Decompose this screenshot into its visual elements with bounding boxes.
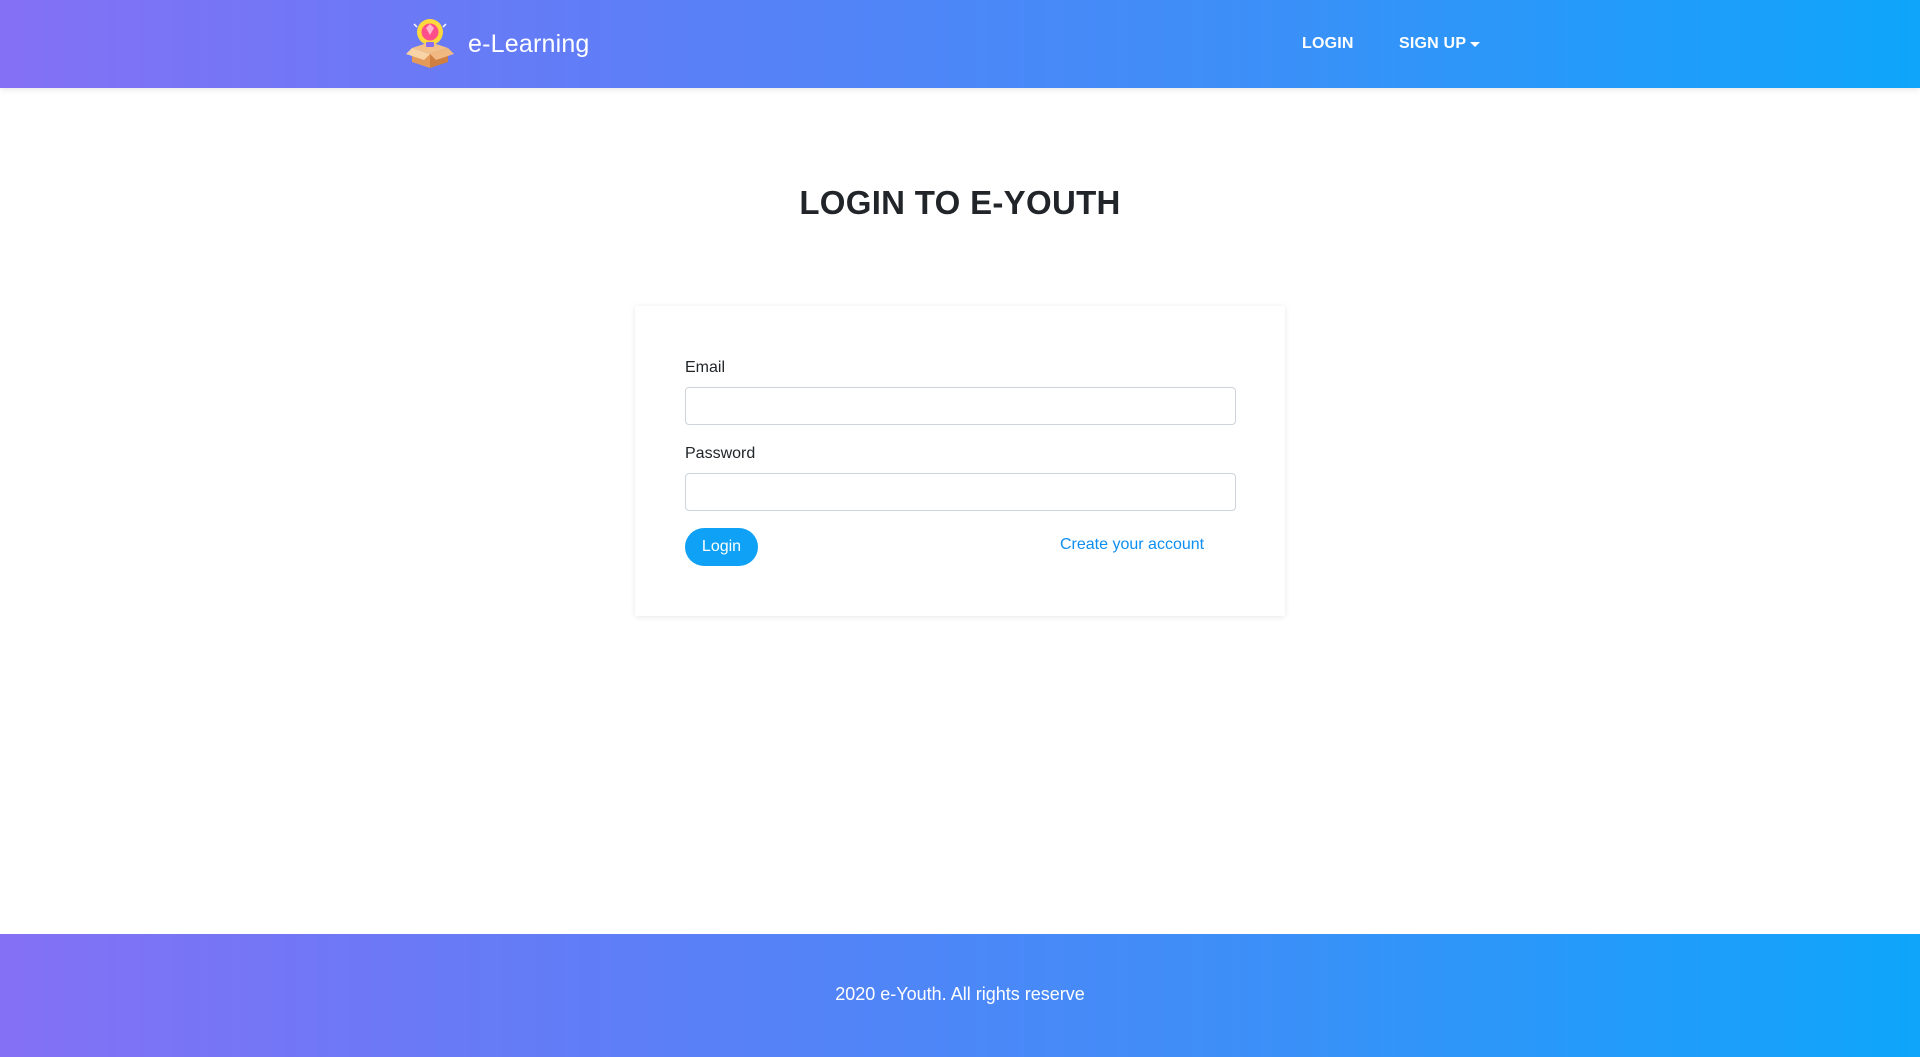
login-button[interactable]: Login [685,528,758,566]
password-field[interactable] [685,473,1236,511]
email-field[interactable] [685,387,1236,425]
lightbulb-box-icon [406,19,454,68]
password-label: Password [685,445,756,462]
page-title: LOGIN TO E-YOUTH [799,184,1121,221]
create-account-link[interactable]: Create your account [1060,536,1204,554]
email-label: Email [685,359,726,376]
nav-signup: SIGN UP [1399,0,1481,88]
top-navbar: e-Learning LOGIN SIGN UP [0,0,1920,88]
brand-link[interactable]: e-Learning [406,18,590,70]
brand-name: e-Learning [468,29,590,58]
nav-signup-dropdown[interactable]: SIGN UP [1399,35,1481,53]
footer-copyright: 2020 e-Youth. All rights reserve [835,984,1085,1004]
nav-signup-label: SIGN UP [1399,35,1467,52]
login-card: Email Password Login Create your account [635,306,1285,616]
caret-down-icon [1470,42,1481,47]
nav-login: LOGIN [1302,0,1354,88]
footer: 2020 e-Youth. All rights reserve [0,934,1920,1057]
nav-login-link[interactable]: LOGIN [1302,35,1354,53]
